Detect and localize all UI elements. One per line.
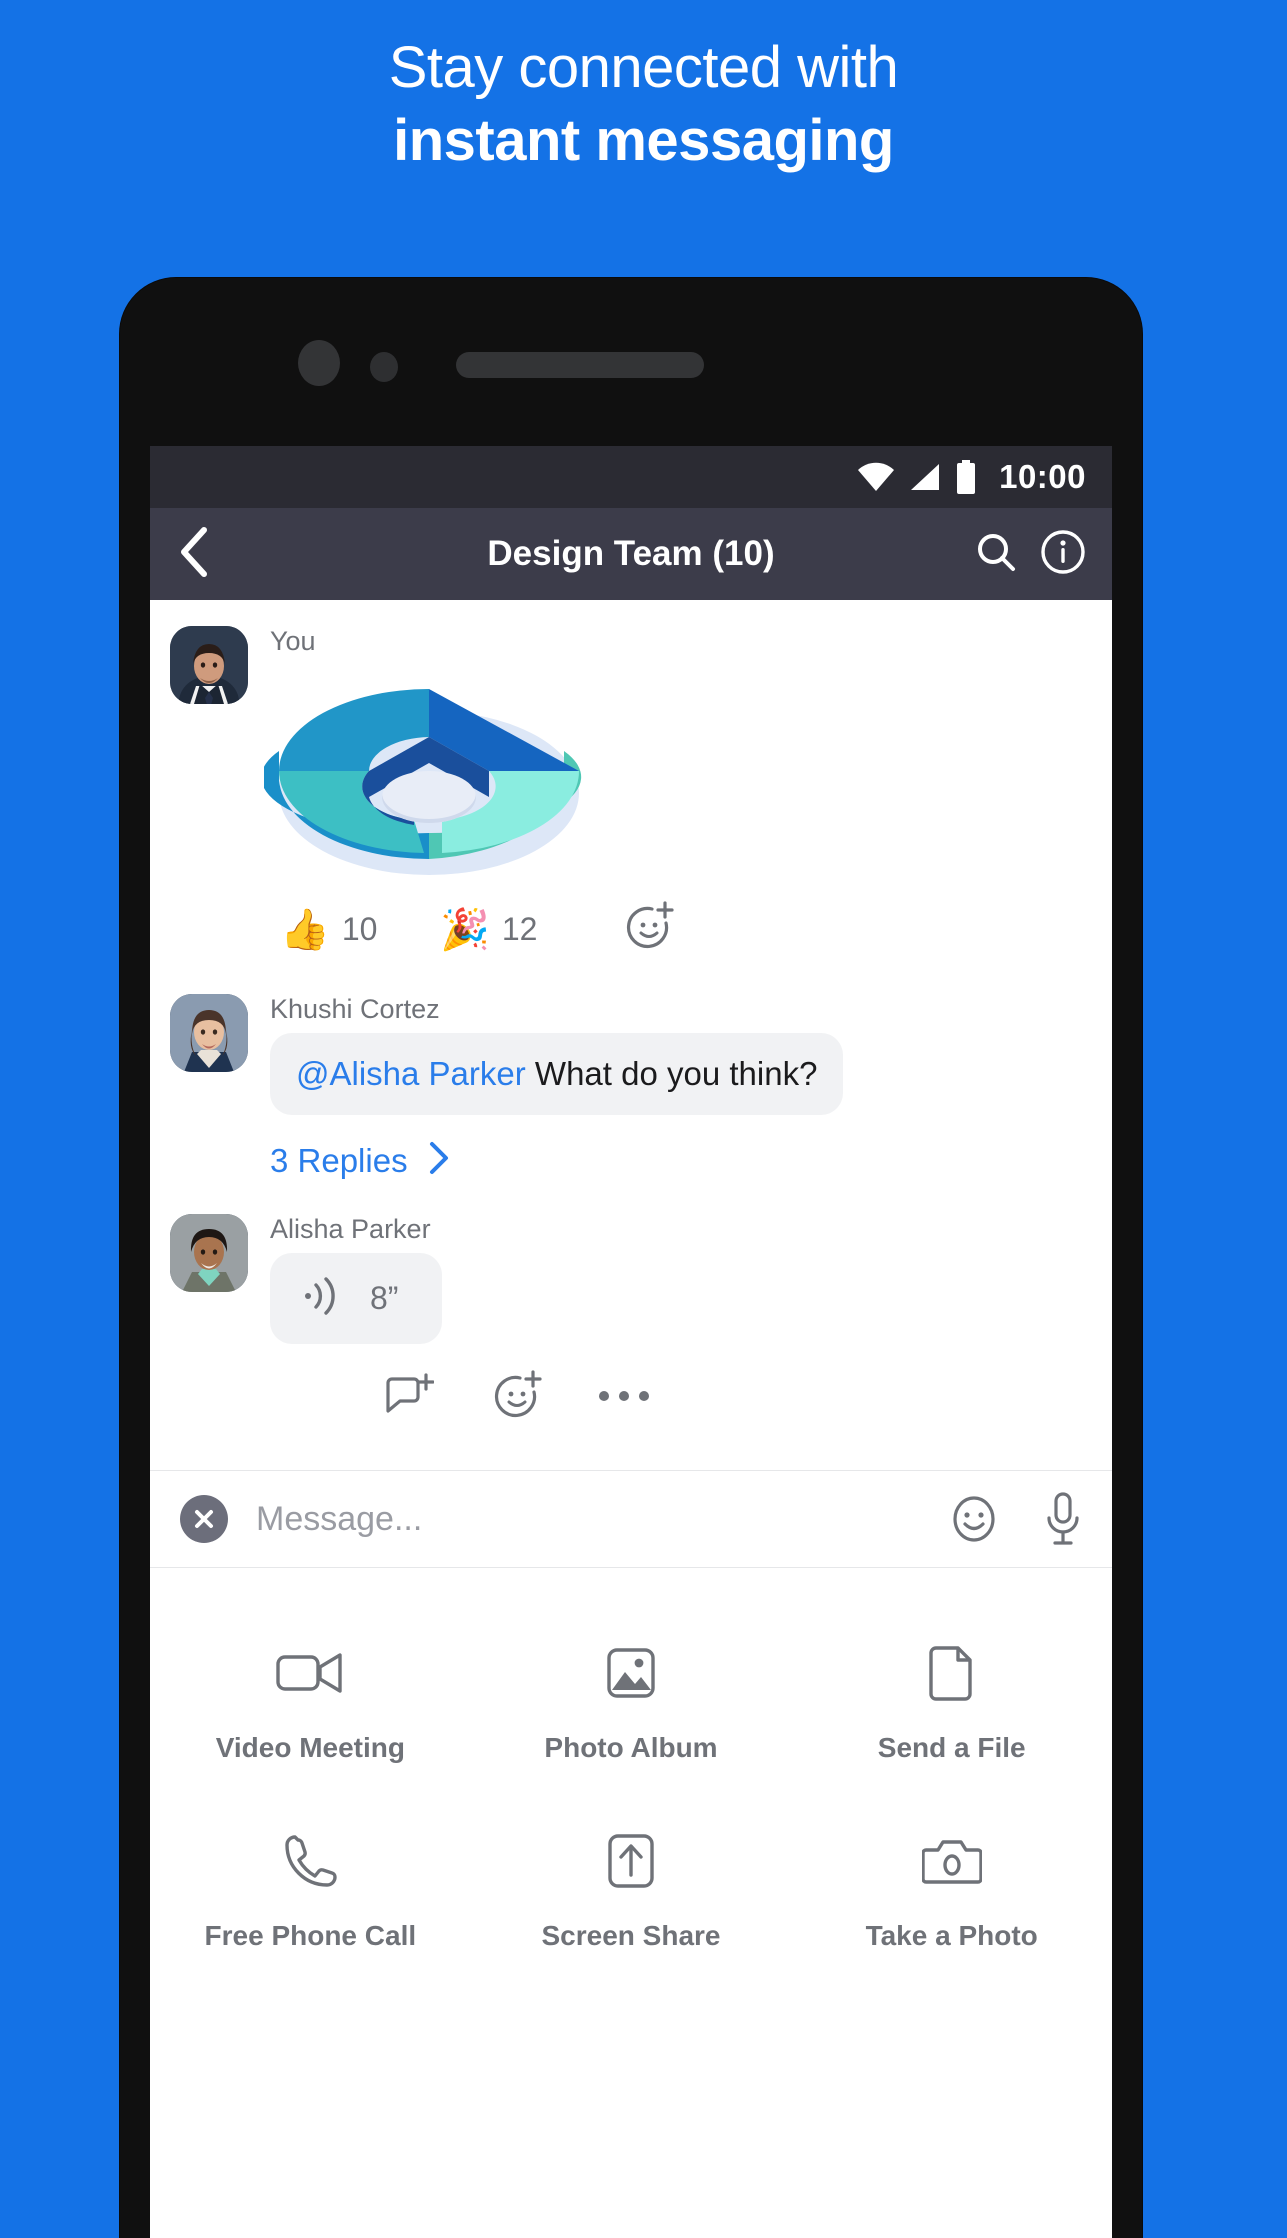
promo-headline: Stay connected with instant messaging: [0, 34, 1287, 175]
message-input-bar: [150, 1470, 1112, 1568]
replies-label: 3 Replies: [270, 1141, 408, 1179]
close-circle-icon[interactable]: [180, 1495, 228, 1543]
attachment-action-grid: Video Meeting Photo Album Send a File Fr…: [150, 1568, 1112, 1990]
emoji-smile-icon[interactable]: [950, 1495, 998, 1543]
message-sender: Khushi Cortez: [270, 994, 440, 1024]
action-label: Take a Photo: [865, 1920, 1038, 1951]
avatar[interactable]: [170, 994, 248, 1072]
avatar[interactable]: [170, 626, 248, 704]
voice-message-bubble[interactable]: 8”: [270, 1253, 443, 1344]
action-video-meeting[interactable]: Video Meeting: [150, 1614, 471, 1802]
info-circle-icon[interactable]: [1040, 529, 1086, 580]
action-screen-share[interactable]: Screen Share: [471, 1802, 792, 1990]
search-icon[interactable]: [974, 530, 1018, 579]
reaction-party-popper[interactable]: 🎉 12: [440, 910, 600, 950]
chevron-right-icon: [428, 1141, 450, 1180]
add-reaction-icon[interactable]: [622, 901, 674, 958]
message-sender: Alisha Parker: [270, 1214, 431, 1244]
avatar[interactable]: [170, 1214, 248, 1292]
screen-share-icon: [606, 1826, 656, 1896]
phone-bezel-top: [120, 278, 1142, 446]
reaction-count: 12: [501, 911, 538, 947]
camera-icon: [921, 1826, 982, 1896]
message-item: Alisha Parker 8”: [150, 1180, 1112, 1422]
reply-bubble-icon[interactable]: [382, 1373, 434, 1419]
reaction-count: 10: [341, 911, 378, 947]
donut-chart-3d[interactable]: [261, 665, 594, 885]
phone-handset-icon: [283, 1826, 338, 1896]
message-sender: You: [270, 626, 316, 656]
battery-icon: [955, 460, 977, 494]
status-bar: 10:00: [150, 446, 1112, 508]
wifi-icon: [857, 462, 895, 492]
message-text: What do you think?: [525, 1055, 818, 1092]
party-popper-icon: 🎉: [440, 907, 490, 952]
chat-nav-bar: Design Team (10): [150, 508, 1112, 600]
front-camera-icon: [298, 340, 340, 386]
thread-replies-link[interactable]: 3 Replies: [270, 1141, 1112, 1180]
chevron-left-icon: [176, 526, 210, 583]
message-input[interactable]: [256, 1499, 930, 1539]
action-label: Video Meeting: [215, 1732, 405, 1763]
action-label: Send a File: [877, 1732, 1026, 1763]
action-send-a-file[interactable]: Send a File: [791, 1614, 1112, 1802]
action-label: Screen Share: [541, 1920, 721, 1951]
action-take-a-photo[interactable]: Take a Photo: [791, 1802, 1112, 1990]
message-list: You 👍 10 🎉 12 Khushi Cortez @Alisha Park…: [150, 600, 1112, 1470]
reaction-bar: 👍 10 🎉 12: [270, 901, 1112, 958]
microphone-icon[interactable]: [1044, 1492, 1082, 1546]
message-bubble[interactable]: @Alisha Parker What do you think?: [270, 1033, 844, 1115]
sensor-icon: [370, 352, 398, 382]
status-bar-time: 10:00: [999, 458, 1086, 495]
photo-album-icon: [605, 1638, 657, 1708]
action-label: Photo Album: [544, 1732, 718, 1763]
mention-link[interactable]: @Alisha Parker: [296, 1055, 526, 1092]
promo-headline-line1: Stay connected with: [388, 35, 899, 100]
promo-headline-line2: instant messaging: [393, 108, 894, 174]
action-row: Free Phone Call Screen Share Take a Phot…: [150, 1802, 1112, 1990]
voice-duration: 8”: [370, 1280, 399, 1316]
cellular-signal-icon: [909, 462, 941, 492]
reaction-thumbs-up[interactable]: 👍 10: [280, 910, 440, 950]
back-button[interactable]: [176, 526, 232, 583]
phone-screen: 10:00 Design Team (10) You 👍 10 🎉 12 Khu…: [150, 446, 1112, 2238]
message-item: You 👍 10 🎉 12: [150, 600, 1112, 958]
more-options-icon[interactable]: [598, 1389, 650, 1403]
action-row: Video Meeting Photo Album Send a File: [150, 1614, 1112, 1802]
sound-wave-icon: [300, 1273, 346, 1324]
phone-mockup: 10:00 Design Team (10) You 👍 10 🎉 12 Khu…: [120, 278, 1142, 2238]
earpiece-speaker: [456, 352, 704, 378]
page-title: Design Team (10): [487, 534, 775, 573]
video-camera-icon: [276, 1638, 344, 1708]
thumbs-up-icon: 👍: [280, 907, 330, 952]
action-photo-album[interactable]: Photo Album: [471, 1614, 792, 1802]
message-item: Khushi Cortez @Alisha Parker What do you…: [150, 958, 1112, 1115]
action-label: Free Phone Call: [204, 1920, 417, 1951]
action-free-phone-call[interactable]: Free Phone Call: [150, 1802, 471, 1990]
message-action-bar: [382, 1370, 1112, 1422]
add-reaction-icon[interactable]: [490, 1370, 542, 1422]
file-document-icon: [928, 1638, 976, 1708]
